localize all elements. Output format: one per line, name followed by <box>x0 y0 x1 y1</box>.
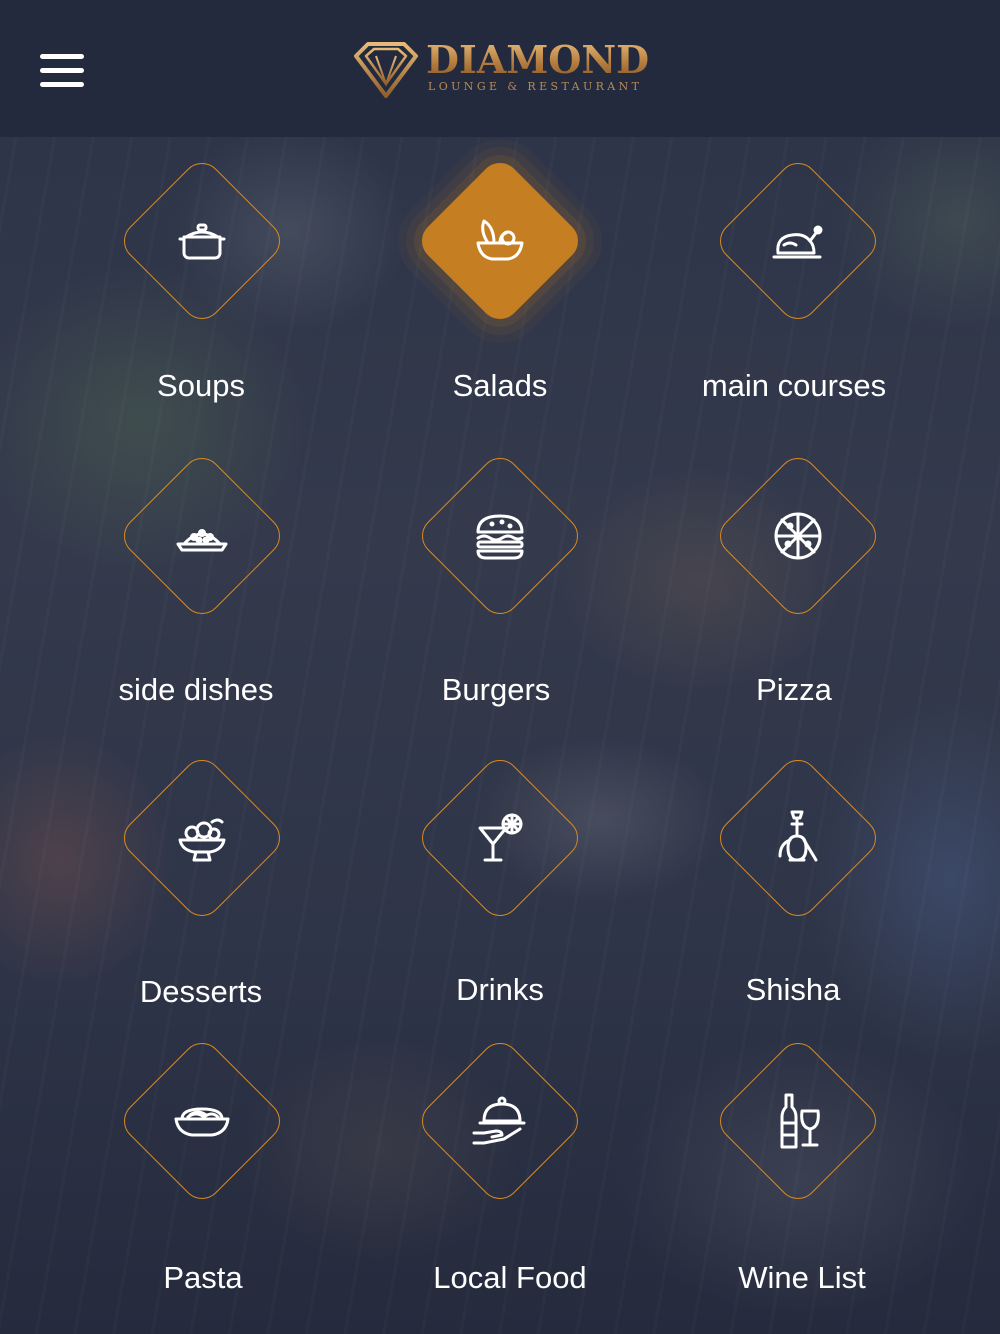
category-label: Salads <box>452 368 548 403</box>
dessert-icon <box>172 808 232 868</box>
wine-icon <box>768 1091 828 1151</box>
category-label: Pasta <box>163 1260 243 1295</box>
category-drinks[interactable]: Drinks <box>370 751 630 1025</box>
hamburger-bar <box>40 82 84 87</box>
diamond-logo-icon <box>354 42 418 98</box>
category-label: Soups <box>157 368 245 403</box>
burger-icon <box>470 506 530 566</box>
roast-chicken-icon <box>768 211 828 271</box>
category-pizza[interactable]: Pizza <box>668 449 928 723</box>
category-shisha[interactable]: Shisha <box>668 751 928 1025</box>
cloche-icon <box>470 1091 530 1151</box>
category-label: Wine List <box>738 1260 866 1295</box>
pizza-icon <box>768 506 828 566</box>
category-label: Drinks <box>456 972 544 1007</box>
brand-tagline: LOUNGE & RESTAURANT <box>428 80 643 93</box>
category-main-courses[interactable]: main courses <box>668 154 928 428</box>
category-label: side dishes <box>118 672 274 707</box>
category-burgers[interactable]: Burgers <box>370 449 630 723</box>
category-label: Local Food <box>433 1260 587 1295</box>
side-dish-icon <box>172 506 232 566</box>
salad-bowl-icon <box>470 211 530 271</box>
brand-name: DIAMOND <box>426 37 650 82</box>
pasta-icon <box>172 1091 232 1151</box>
pot-icon <box>172 211 232 271</box>
category-salads[interactable]: Salads <box>370 154 630 428</box>
category-label: main courses <box>701 368 887 403</box>
hookah-icon <box>768 808 828 868</box>
hamburger-bar <box>40 54 84 59</box>
hamburger-bar <box>40 68 84 73</box>
category-label: Desserts <box>139 974 263 1009</box>
category-label: Pizza <box>756 672 832 707</box>
menu-category-grid: Soups Salads main courses side dishes Bu… <box>0 0 1000 1334</box>
hamburger-menu-button[interactable] <box>40 52 84 88</box>
category-soups[interactable]: Soups <box>72 154 332 428</box>
app-header: DIAMOND LOUNGE & RESTAURANT <box>0 0 1000 137</box>
cocktail-icon <box>470 808 530 868</box>
category-label: Burgers <box>441 672 551 707</box>
brand-logo[interactable]: DIAMOND LOUNGE & RESTAURANT <box>352 38 652 102</box>
category-desserts[interactable]: Desserts <box>72 751 332 1025</box>
category-label: Shisha <box>745 972 841 1007</box>
category-side-dishes[interactable]: side dishes <box>72 449 332 723</box>
category-local-food[interactable]: Local Food <box>370 1034 630 1308</box>
category-wine-list[interactable]: Wine List <box>668 1034 928 1308</box>
category-pasta[interactable]: Pasta <box>72 1034 332 1308</box>
